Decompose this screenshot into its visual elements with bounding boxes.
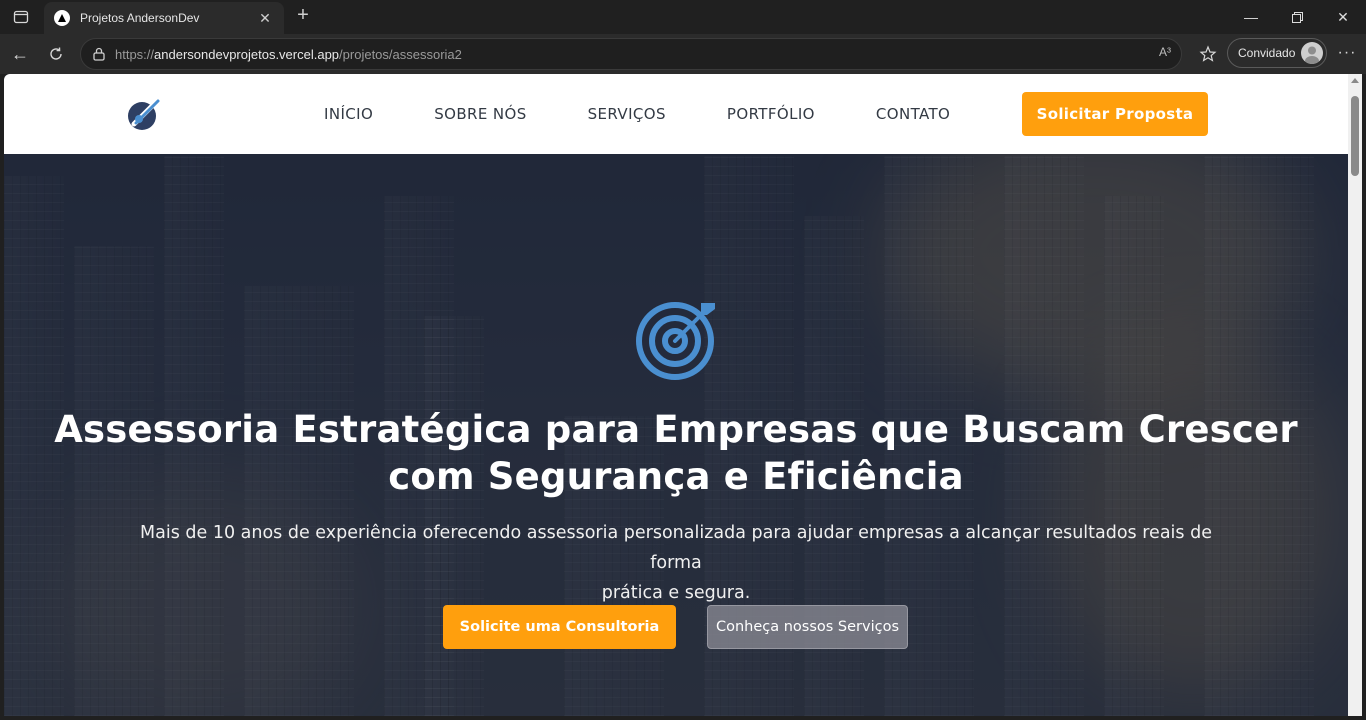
close-window-icon[interactable]: ✕ [1320,0,1366,34]
close-tab-icon[interactable]: ✕ [256,10,274,27]
browser-tab-active[interactable]: Projetos AndersonDev ✕ [44,2,284,34]
scrollbar-thumb[interactable] [1351,96,1359,176]
avatar [1301,42,1323,64]
hero-title: Assessoria Estratégica para Empresas que… [54,408,1298,498]
site-info-lock-icon[interactable] [91,46,107,62]
hero-section: Assessoria Estratégica para Empresas que… [4,154,1348,716]
request-consultation-button[interactable]: Solicite uma Consultoria [443,605,676,649]
page-scrollbar[interactable] [1348,74,1362,716]
profile-label: Convidado [1238,46,1296,60]
scroll-up-icon[interactable] [1351,78,1359,83]
browser-toolbar: ← https://andersondevprojetos.vercel.app… [0,34,1366,74]
site-favicon-icon [54,10,70,26]
favorites-star-icon[interactable] [1196,42,1220,66]
refresh-icon[interactable] [44,42,68,66]
page-viewport: Assessoria Estratégica para Empresas que… [4,74,1348,716]
tab-actions-icon[interactable] [10,6,32,28]
target-icon [636,302,715,380]
minimize-icon[interactable]: — [1228,0,1274,34]
browser-tab-bar: Projetos AndersonDev ✕ + — ✕ [0,0,1366,34]
hero-subtitle: Mais de 10 anos de experiência oferecend… [140,523,1212,603]
new-tab-icon[interactable]: + [292,4,314,28]
site-header: INÍCIO SOBRE NÓS SERVIÇOS PORTFÓLIO CONT… [4,74,1348,154]
url-text: https://andersondevprojetos.vercel.app/p… [115,46,462,62]
nav-item-contato[interactable]: CONTATO [876,105,950,123]
read-aloud-icon[interactable]: A³ [1159,45,1171,59]
profile-button[interactable]: Convidado [1227,38,1327,68]
tab-title: Projetos AndersonDev [80,11,200,25]
nav-item-portfolio[interactable]: PORTFÓLIO [727,105,815,123]
more-options-icon[interactable]: ··· [1336,42,1358,66]
restore-window-icon[interactable] [1274,0,1320,34]
company-logo-icon[interactable] [124,96,162,132]
request-proposal-button[interactable]: Solicitar Proposta [1022,92,1208,136]
back-arrow-icon[interactable]: ← [8,42,32,66]
nav-item-servicos[interactable]: SERVIÇOS [588,105,666,123]
our-services-button[interactable]: Conheça nossos Serviços [707,605,908,649]
main-nav: INÍCIO SOBRE NÓS SERVIÇOS PORTFÓLIO CONT… [324,74,950,154]
address-bar[interactable]: https://andersondevprojetos.vercel.app/p… [80,38,1182,70]
nav-item-inicio[interactable]: INÍCIO [324,105,373,123]
nav-item-sobre-nos[interactable]: SOBRE NÓS [434,105,526,123]
